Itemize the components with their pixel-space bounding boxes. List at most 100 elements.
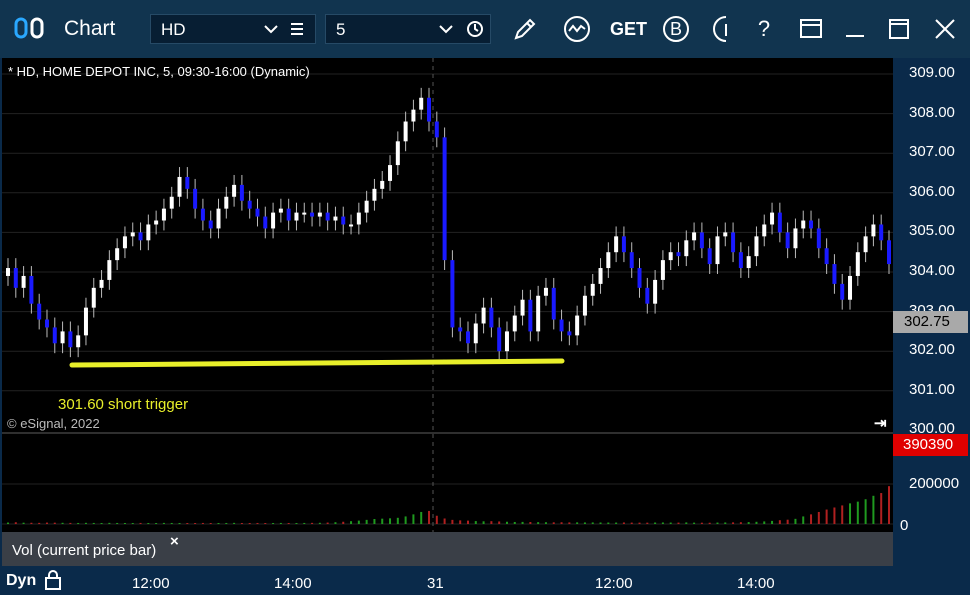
candle xyxy=(723,222,728,247)
volume-bar xyxy=(139,522,142,524)
candle xyxy=(809,210,814,239)
candle xyxy=(310,202,315,227)
lock-icon[interactable] xyxy=(43,569,63,591)
volume-bar xyxy=(474,521,477,524)
candle xyxy=(372,178,377,211)
volume-bar xyxy=(389,518,392,524)
minimize-icon[interactable] xyxy=(840,14,870,44)
layout-icon[interactable] xyxy=(796,14,826,44)
candle xyxy=(161,198,166,231)
candle xyxy=(83,297,88,346)
candle xyxy=(380,171,385,199)
volume-bar xyxy=(763,521,766,524)
candle xyxy=(551,277,556,330)
volume-bar xyxy=(880,493,883,524)
volume-bar xyxy=(342,521,345,524)
candle xyxy=(255,198,260,227)
study-wave-icon[interactable] xyxy=(562,14,592,44)
candle xyxy=(590,273,595,306)
chevron-down-icon[interactable] xyxy=(438,21,454,37)
volume-bar xyxy=(272,523,275,524)
volume-badge: 390390 xyxy=(893,434,968,456)
volume-label-bar-spacer xyxy=(893,532,968,566)
candle xyxy=(13,258,18,298)
help-icon[interactable]: ? xyxy=(749,14,779,44)
chart-area[interactable]: * HD, HOME DEPOT INC, 5, 09:30-16:00 (Dy… xyxy=(2,58,968,592)
volume-bar xyxy=(552,522,555,524)
candle xyxy=(239,174,244,211)
volume-bar xyxy=(295,523,298,524)
dynamic-mode-label[interactable]: Dyn xyxy=(6,572,36,590)
candle xyxy=(185,167,190,199)
chevron-down-icon[interactable] xyxy=(263,21,279,37)
symbol-value[interactable]: HD xyxy=(161,20,186,40)
candle xyxy=(871,214,876,247)
price-tick-label: 307.00 xyxy=(909,143,955,161)
close-icon[interactable] xyxy=(930,14,960,44)
candle xyxy=(465,321,470,354)
price-tick-label: 308.00 xyxy=(909,103,955,121)
draw-pencil-icon[interactable] xyxy=(510,14,540,44)
close-study-icon[interactable]: × xyxy=(170,533,179,550)
chart-title: * HD, HOME DEPOT INC, 5, 09:30-16:00 (Dy… xyxy=(8,64,310,79)
candle xyxy=(6,258,10,286)
volume-bar xyxy=(396,517,399,524)
candle xyxy=(247,190,252,219)
scroll-to-end-icon[interactable]: ⇥ xyxy=(874,414,887,432)
volume-bar xyxy=(747,522,750,524)
candle xyxy=(653,270,658,314)
candle xyxy=(122,226,127,259)
volume-bar xyxy=(404,516,407,524)
candle xyxy=(731,222,736,263)
buy-b-icon[interactable]: B xyxy=(661,14,691,44)
volume-bar xyxy=(833,507,836,524)
candle xyxy=(138,222,143,251)
trade-icon[interactable] xyxy=(708,14,738,44)
candle xyxy=(154,210,159,235)
volume-bar xyxy=(482,521,485,524)
volume-bar xyxy=(443,518,446,524)
price-plot[interactable] xyxy=(2,58,893,566)
time-tick-label: 14:00 xyxy=(737,575,775,592)
symbol-selector[interactable]: HD xyxy=(150,14,316,44)
clock-icon[interactable] xyxy=(466,20,484,38)
candle xyxy=(411,99,416,132)
interval-selector[interactable]: 5 xyxy=(325,14,491,44)
interval-value[interactable]: 5 xyxy=(336,20,345,40)
volume-bar xyxy=(162,522,165,524)
volume-bar xyxy=(412,514,415,524)
candle xyxy=(770,202,775,235)
candle xyxy=(232,174,237,207)
candle xyxy=(325,202,330,231)
candle xyxy=(863,226,868,263)
candle xyxy=(403,111,408,152)
candle xyxy=(536,285,541,342)
candle xyxy=(793,218,798,259)
price-tick-label: 301.00 xyxy=(909,380,955,398)
volume-bar xyxy=(61,522,64,524)
volume-bar xyxy=(739,522,742,524)
candle xyxy=(840,273,845,310)
maximize-icon[interactable] xyxy=(884,14,914,44)
candle xyxy=(271,202,276,239)
volume-bar xyxy=(248,523,251,524)
candle xyxy=(278,198,283,223)
list-icon[interactable] xyxy=(290,22,304,36)
volume-bar xyxy=(326,522,329,524)
volume-bar xyxy=(505,521,508,524)
candle xyxy=(512,305,517,342)
volume-bar xyxy=(724,522,727,524)
volume-bar xyxy=(373,519,376,524)
candle xyxy=(528,289,533,342)
trigger-line xyxy=(69,358,565,368)
get-data-icon[interactable]: GET xyxy=(610,14,647,44)
volume-bar xyxy=(147,523,150,524)
candle xyxy=(333,206,338,231)
price-tick-label: 302.00 xyxy=(909,341,955,359)
volume-bar xyxy=(459,520,462,524)
candle xyxy=(356,202,361,235)
candle xyxy=(169,186,174,219)
candle xyxy=(699,222,704,259)
candle xyxy=(692,222,697,251)
candle xyxy=(481,297,486,334)
